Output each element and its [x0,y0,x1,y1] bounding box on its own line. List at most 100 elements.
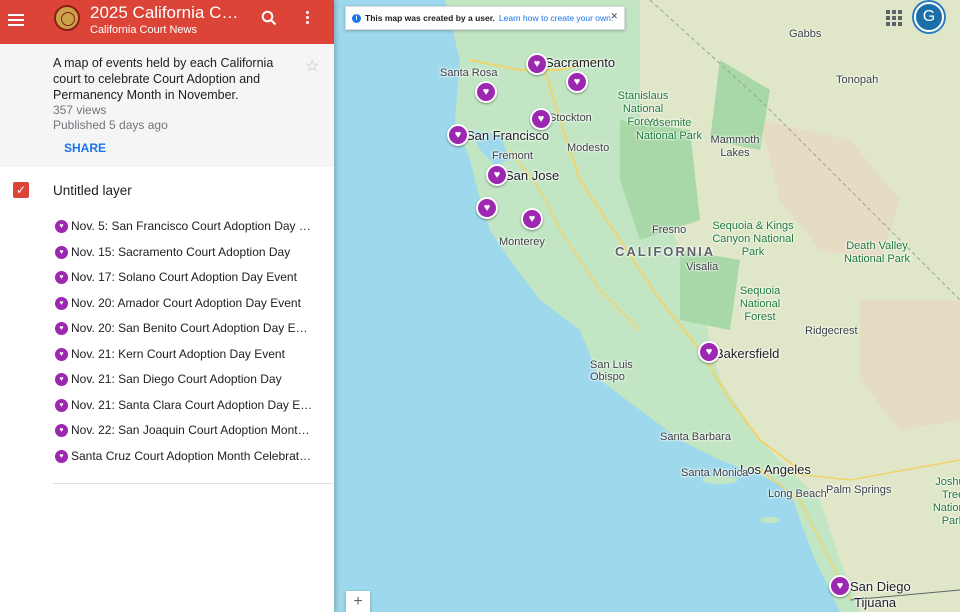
court-seal-logo [54,5,80,31]
event-label: Nov. 5: San Francisco Court Adoption Day… [71,219,313,233]
list-item[interactable]: ♥ Nov. 20: Amador Court Adoption Day Even… [0,292,334,318]
notice-text: This map was created by a user. [365,13,495,23]
place-stockton: Stockton [549,112,592,124]
list-item[interactable]: ♥ Nov. 5: San Francisco Court Adoption Da… [0,215,334,241]
learn-more-link[interactable]: Learn how to create your own. [499,13,613,23]
map-title: 2025 California Court Adoption Day Event… [90,3,245,22]
event-label: Santa Cruz Court Adoption Month Celebrat… [71,448,313,463]
layer-name: Untitled layer [53,183,132,198]
list-item[interactable]: ♥ Nov. 17: Solano Court Adoption Day Even… [0,266,334,292]
place-modesto: Modesto [567,142,610,154]
apps-grid-icon[interactable] [886,10,902,26]
place-san-jose: San Jose [505,168,560,183]
heart-marker-icon: ♥ [55,449,68,463]
place-los-angeles: Los Angeles [740,462,811,477]
place-sacramento: Sacramento [545,55,616,70]
marker-santa-clara[interactable]: ♥ [486,164,508,186]
heart-marker-icon: ♥ [55,373,68,386]
marker-solano[interactable]: ♥ [475,81,497,103]
place-joshua-tree: Joshua Tree National Park [932,476,960,527]
heart-marker-icon: ♥ [55,296,68,310]
heart-icon: ♥ [836,579,844,592]
event-label: Nov. 21: Santa Clara Court Adoption Day … [71,397,313,412]
layer-header: ✓ Untitled layer [0,167,334,211]
place-tijuana: Tijuana [854,595,897,610]
place-fresno: Fresno [652,224,687,236]
place-mammoth-lakes: Mammoth Lakes [710,134,760,159]
heart-icon: ♥ [537,112,545,125]
search-icon[interactable] [261,10,277,26]
list-item[interactable]: ♥ Nov. 21: Kern Court Adoption Day Event [0,343,334,369]
list-item[interactable]: ♥ Nov. 21: Santa Clara Court Adoption Day… [0,394,334,420]
place-visalia: Visalia [686,261,719,273]
place-sequoia-kings: Sequoia & Kings Canyon National Park [712,220,794,258]
place-monterey: Monterey [499,236,545,248]
map-info: A map of events held by each California … [0,44,334,167]
zoom-in-button[interactable]: + [346,591,370,612]
place-san-luis-obispo: San Luis Obispo [590,359,633,383]
list-item[interactable]: ♥ Nov. 21: San Diego Court Adoption Day [0,368,334,394]
place-death-valley: Death Valley National Park [843,240,911,265]
marker-san-diego[interactable]: ♥ [829,575,851,597]
info-icon: i [352,13,361,23]
marker-san-benito[interactable]: ♥ [521,208,543,230]
place-yosemite-np: Yosemite National Park [635,117,703,142]
list-item[interactable]: ♥ Nov. 22: San Joaquin Court Adoption Mon… [0,419,334,445]
close-icon[interactable]: ✕ [610,11,618,22]
place-long-beach: Long Beach [768,488,827,500]
heart-icon: ♥ [493,168,501,181]
event-label: Nov. 21: San Diego Court Adoption Day [71,372,282,386]
menu-icon[interactable] [8,11,24,29]
account-avatar[interactable]: G [914,2,944,32]
star-icon[interactable]: ☆ [305,56,319,76]
event-label: Nov. 22: San Joaquin Court Adoption Mont… [71,423,313,437]
heart-marker-icon: ♥ [55,322,68,335]
place-san-diego: San Diego [850,579,911,594]
marker-kern[interactable]: ♥ [698,341,720,363]
place-ridgecrest: Ridgecrest [805,325,858,337]
place-tonopah: Tonopah [836,74,879,86]
place-santa-monica: Santa Monica [681,467,749,479]
event-label: Nov. 20: San Benito Court Adoption Day E… [71,321,313,335]
place-gabbs: Gabbs [789,28,822,40]
heart-icon: ♥ [483,201,491,214]
more-options-icon[interactable] [306,11,310,26]
marker-san-joaquin[interactable]: ♥ [530,108,552,130]
marker-sacramento[interactable]: ♥ [526,53,548,75]
event-label: Nov. 21: Kern Court Adoption Day Event [71,346,285,361]
layer-checkbox[interactable]: ✓ [13,182,29,198]
panel-header: 2025 California Court Adoption Day Event… [0,0,334,44]
divider [53,483,333,484]
heart-marker-icon: ♥ [55,245,68,259]
heart-icon: ♥ [482,85,490,98]
list-item[interactable]: ♥ Santa Cruz Court Adoption Month Celebra… [0,445,334,471]
place-fremont: Fremont [492,150,533,162]
event-label: Nov. 20: Amador Court Adoption Day Event [71,295,301,310]
marker-santa-cruz[interactable]: ♥ [476,197,498,219]
list-item[interactable]: ♥ Nov. 15: Sacramento Court Adoption Day [0,241,334,267]
heart-icon: ♥ [533,57,541,70]
map-description: A map of events held by each California … [53,56,274,102]
event-label: Nov. 15: Sacramento Court Adoption Day [71,244,291,259]
heart-marker-icon: ♥ [55,271,68,284]
user-created-notice: i This map was created by a user. Learn … [345,6,625,30]
place-santa-rosa: Santa Rosa [440,67,498,79]
view-count: 357 views [53,103,107,117]
heart-marker-icon: ♥ [55,424,68,437]
marker-amador[interactable]: ♥ [566,71,588,93]
map-subtitle[interactable]: California Court News [90,24,197,36]
heart-icon: ♥ [528,212,536,225]
marker-san-francisco[interactable]: ♥ [447,124,469,146]
place-bakersfield: Bakersfield [715,346,780,361]
heart-marker-icon: ♥ [55,220,68,233]
list-item[interactable]: ♥ Nov. 20: San Benito Court Adoption Day … [0,317,334,343]
place-sequoia-nf: Sequoia National Forest [739,285,781,323]
share-button[interactable]: SHARE [64,141,106,155]
place-santa-barbara: Santa Barbara [660,431,731,443]
heart-marker-icon: ♥ [55,398,68,412]
heart-icon: ♥ [705,345,713,358]
side-panel: 2025 California Court Adoption Day Event… [0,0,334,612]
event-list: ♥ Nov. 5: San Francisco Court Adoption Da… [0,211,334,470]
heart-icon: ♥ [454,128,462,141]
place-palm-springs: Palm Springs [826,484,892,496]
